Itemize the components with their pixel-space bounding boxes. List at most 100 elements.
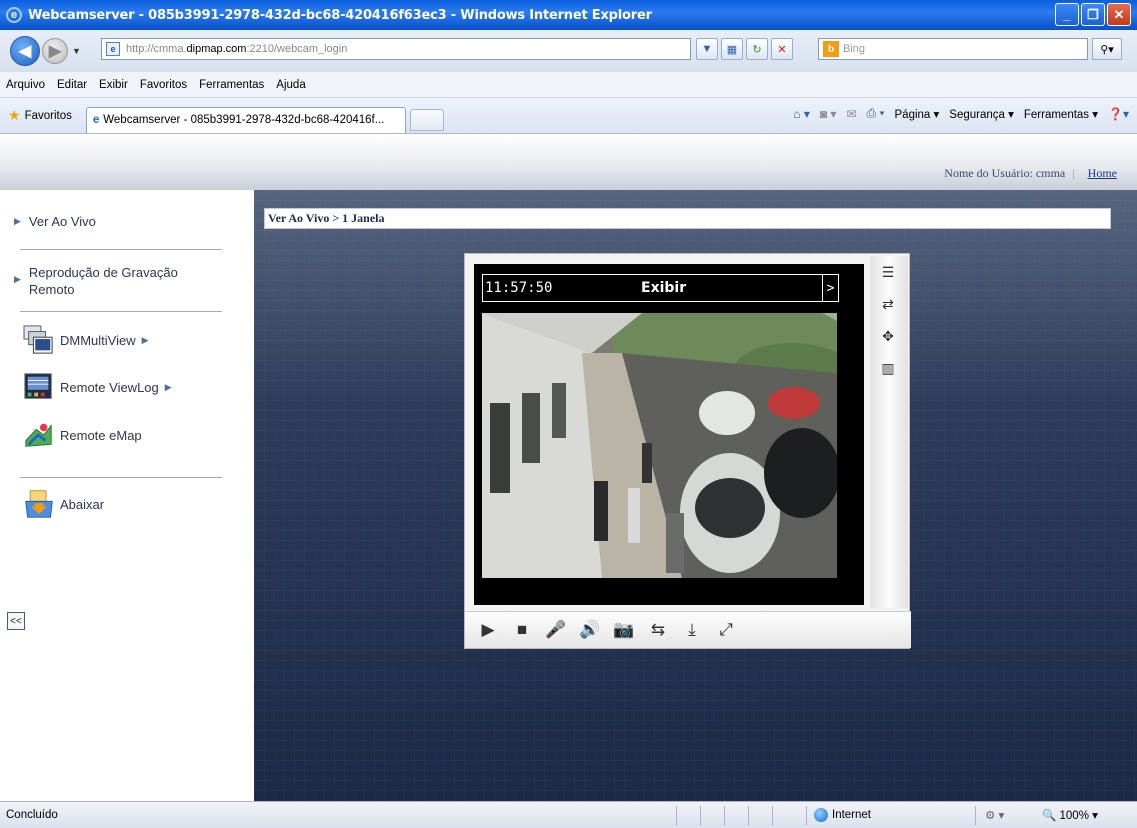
ptz-control-icon[interactable]: ✥ [874,322,902,350]
arrow-right-icon: ▶ [141,334,149,345]
video-next-button[interactable]: > [822,274,838,302]
fullscreen-icon[interactable]: ⤢ [711,616,741,644]
help-icon[interactable]: ❓▾ [1108,107,1129,121]
zoom-level: 100% [1059,810,1089,822]
address-dropdown-icon[interactable]: ▼ [696,38,718,60]
video-label: Exibir [641,280,687,296]
url-prefix: http://cmma. [126,43,187,55]
arrow-right-icon: ▶ [14,216,21,226]
multiview-icon [23,325,53,354]
home-link[interactable]: Home [1088,166,1117,180]
video-player: 11:57:50 Exibir > ☰ ⇄ ✥ ▥ ▶ ■ 🎤 🔊 📷 ⇆ ⤓ … [464,253,911,649]
favorites-button[interactable]: Favoritos [25,110,72,122]
camera-feed-image [482,313,837,578]
video-timestamp: 11:57:50 [485,280,553,296]
page-menu[interactable]: Página ▾ [895,107,940,121]
sidebar-item-live[interactable]: ▶ Ver Ao Vivo [14,214,96,229]
address-input[interactable]: e http://cmma. dipmap.com:2210/webcam_log… [101,38,691,60]
status-divider [806,806,807,825]
status-divider [748,806,749,825]
favorites-star-icon[interactable]: ★ [8,107,21,124]
sidebar-item-emap[interactable]: Remote eMap [22,420,142,450]
save-icon[interactable]: ⤓ [677,616,707,644]
refresh-icon[interactable]: ↻ [746,38,768,60]
restore-button[interactable]: ❐ [1081,3,1105,26]
search-placeholder: Bing [843,43,866,55]
switch-camera-icon[interactable]: ⇄ [874,290,902,318]
page-header: Nome do Usuário: cmma | Home [0,135,1137,190]
window-title: Webcamserver - 085b3991-2978-432d-bc68-4… [28,7,652,23]
microphone-icon[interactable]: 🎤 [541,616,571,644]
username-label: Nome do Usuário: cmma [944,166,1066,180]
history-dropdown-icon[interactable]: ▼ [72,46,81,56]
back-button[interactable]: ◀ [10,36,40,66]
security-menu[interactable]: Segurança ▾ [949,107,1014,121]
browser-tab[interactable]: e Webcamserver - 085b3991-2978-432d-bc68… [85,106,406,133]
address-tools: ▼ ▦ ↻ ✕ [696,38,793,60]
menu-item-editar[interactable]: Editar [57,79,87,91]
collapse-sidebar-button[interactable]: << [7,612,25,630]
security-zone: Internet [814,808,871,822]
globe-icon [814,808,828,822]
sidebar-divider [20,311,222,312]
tools-menu[interactable]: Ferramentas ▾ [1024,107,1098,121]
url-suffix: :2210/webcam_login [246,43,348,55]
video-side-toolbar: ☰ ⇄ ✥ ▥ [870,256,908,608]
stop-icon[interactable]: ✕ [771,38,793,60]
new-tab-button[interactable] [409,108,444,131]
tab-title: Webcamserver - 085b3991-2978-432d-bc68-4… [103,114,385,126]
mail-icon[interactable]: ✉ [846,107,856,121]
search-icon[interactable]: ⚲▾ [1092,38,1122,60]
forward-button[interactable]: ▶ [42,38,68,64]
protected-mode-icon[interactable]: ⚙ ▾ [985,808,1004,822]
status-divider [700,806,701,825]
sidebar-item-label: Abaixar [60,496,105,512]
address-toolbar: ◀ ▶ ▼ e http://cmma. dipmap.com:2210/webc… [0,30,1137,72]
bing-logo-icon: b [823,41,839,57]
ie-logo-icon: e [6,7,22,23]
menu-bar: Arquivo Editar Exibir Favoritos Ferramen… [0,72,1137,98]
speaker-icon[interactable]: 🔊 [575,616,605,644]
layout-icon[interactable]: ▥ [874,354,902,382]
video-header: 11:57:50 Exibir > [482,274,839,302]
feeds-icon[interactable]: ◙ ▾ [820,107,837,121]
play-icon[interactable]: ▶ [473,616,503,644]
minimize-button[interactable]: _ [1055,3,1079,26]
sidebar-item-viewlog[interactable]: Remote ViewLog ▶ [22,372,180,402]
user-info: Nome do Usuário: cmma | Home [944,166,1117,181]
list-view-icon[interactable]: ☰ [874,258,902,286]
menu-item-exibir[interactable]: Exibir [99,79,128,91]
sidebar-item-label: Reprodução de Gravação Remoto [28,265,178,297]
compatibility-icon[interactable]: ▦ [721,38,743,60]
sidebar-item-label: DMMultiView [60,332,136,348]
stop-icon[interactable]: ■ [507,616,537,644]
status-divider [676,806,677,825]
status-divider [772,806,773,825]
zone-label: Internet [832,809,871,821]
viewlog-icon [24,373,52,399]
menu-item-ajuda[interactable]: Ajuda [276,79,305,91]
sidebar-item-playback[interactable]: ▶ Reprodução de Gravação Remoto [14,264,178,298]
header-separator: | [1072,166,1075,180]
search-input[interactable]: b Bing [818,38,1088,60]
home-icon[interactable]: ⌂ ▾ [793,107,810,121]
menu-item-arquivo[interactable]: Arquivo [6,79,45,91]
close-button[interactable]: ✕ [1107,3,1131,26]
window-titlebar: e Webcamserver - 085b3991-2978-432d-bc68… [0,0,1137,30]
zoom-control[interactable]: 🔍 100% ▾ [1042,808,1098,822]
arrow-right-icon: ▶ [14,274,21,284]
snapshot-icon[interactable]: 📷 [609,616,639,644]
print-icon[interactable]: ⎙ ▾ [867,106,885,121]
menu-item-favoritos[interactable]: Favoritos [140,79,187,91]
emap-icon [25,423,52,447]
swap-stream-icon[interactable]: ⇆ [643,616,673,644]
status-bar: Concluído Internet ⚙ ▾ 🔍 100% ▾ [0,801,1137,828]
sidebar-divider [20,249,222,250]
sidebar-item-label: Ver Ao Vivo [28,214,96,229]
sidebar-item-download[interactable]: Abaixar [22,489,104,519]
url-domain: dipmap.com [186,43,247,55]
sidebar-item-multiview[interactable]: DMMultiView ▶ [22,325,157,355]
menu-item-ferramentas[interactable]: Ferramentas [199,79,264,91]
breadcrumb: Ver Ao Vivo > 1 Janela [264,208,1111,229]
main-panel: Ver Ao Vivo > 1 Janela 11:57:50 Exibir > [254,190,1137,801]
